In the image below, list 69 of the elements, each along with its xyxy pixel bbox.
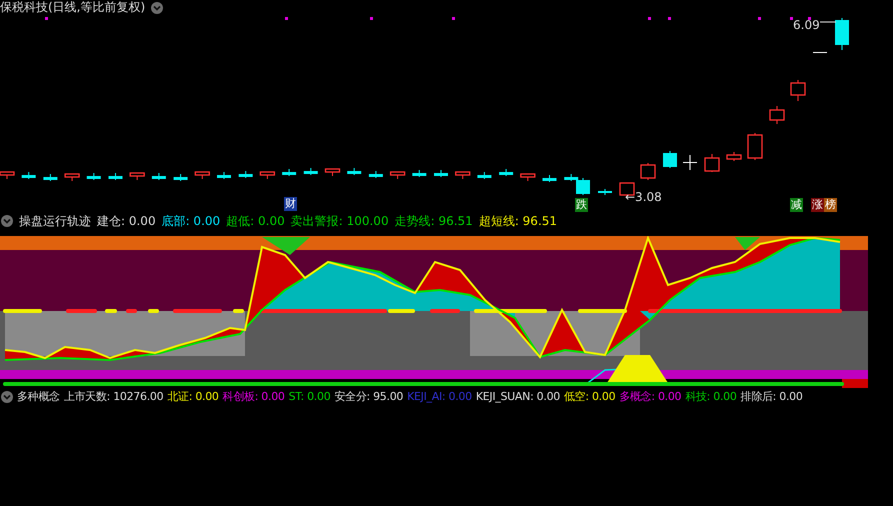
candlestick [130, 172, 145, 180]
signal-badge: 榜 [824, 198, 837, 212]
candlestick [22, 172, 36, 180]
concepts-value: KEJI_SUAN: 0.00 [476, 388, 560, 405]
candlestick [64, 173, 80, 182]
candlestick [477, 172, 492, 180]
candlestick [86, 172, 101, 180]
candlestick [598, 188, 612, 196]
signal-badge: 涨 [811, 198, 824, 212]
candlestick [704, 154, 720, 172]
concepts-value: 安全分: 95.00 [334, 388, 404, 405]
candlestick [324, 168, 340, 176]
candlestick [542, 174, 556, 182]
triangle-mark [735, 237, 760, 250]
signal-badge: 财 [284, 197, 297, 211]
candlestick [390, 171, 406, 180]
signal-badge: 减 [790, 198, 803, 212]
concepts-value: ST: 0.00 [288, 388, 330, 405]
indicator-value: 超短线: 96.51 [478, 213, 558, 230]
concepts-value: 科创板: 0.00 [222, 388, 285, 405]
concepts-value: 排除后: 0.00 [740, 388, 803, 405]
indicator-value: 建仓: 0.00 [97, 213, 156, 230]
chevron-down-icon[interactable] [1, 215, 13, 227]
price-label: 6.09 [793, 18, 820, 32]
leader-line [820, 19, 836, 25]
concepts-title: 多种概念 [17, 388, 60, 405]
candlestick [499, 168, 514, 176]
candlestick [813, 52, 827, 53]
candlestick [260, 171, 276, 180]
indicator-value: 走势线: 96.51 [394, 213, 473, 230]
candlestick [769, 106, 785, 124]
price-label: ←3.08 [625, 190, 662, 204]
candlestick [282, 168, 296, 176]
candlestick [726, 152, 742, 162]
concepts-value: 科技: 0.00 [685, 388, 737, 405]
candlestick [43, 174, 58, 182]
chart-title: 保税科技(日线,等比前复权) [0, 0, 146, 15]
candlestick [640, 162, 656, 180]
candlestick [152, 172, 166, 180]
candlestick [174, 174, 188, 182]
candlestick [368, 170, 383, 178]
candlestick [520, 173, 536, 182]
chevron-down-icon[interactable] [151, 2, 164, 14]
candlestick [455, 171, 470, 180]
indicator-title: 操盘运行轨迹 [19, 213, 91, 230]
concepts-value: 多概念: 0.00 [619, 388, 682, 405]
candlestick [304, 168, 318, 176]
candlestick [217, 172, 231, 180]
triangle-mark [262, 237, 310, 255]
indicator-value: 卖出警报: 100.00 [290, 213, 389, 230]
candlestick [238, 170, 253, 178]
signal-badge: 跌 [575, 198, 588, 212]
candlestick [790, 80, 806, 102]
indicator-value: 超低: 0.00 [226, 213, 285, 230]
indicator-value: 底部: 0.00 [162, 213, 220, 230]
candlestick [347, 168, 362, 176]
chevron-down-icon[interactable] [1, 391, 13, 403]
concepts-value: 北证: 0.00 [167, 388, 219, 405]
candlestick [434, 170, 448, 178]
candlestick [683, 154, 697, 170]
candlestick [108, 172, 122, 180]
candlestick [194, 171, 210, 180]
concepts-value: KEJI_AI: 0.00 [407, 388, 472, 405]
candlestick [835, 18, 849, 50]
concepts-value: 上市天数: 10276.00 [64, 388, 164, 405]
candlestick [747, 132, 763, 160]
candlestick [412, 170, 426, 178]
concepts-value: 低空: 0.00 [564, 388, 616, 405]
candlestick [663, 150, 677, 168]
